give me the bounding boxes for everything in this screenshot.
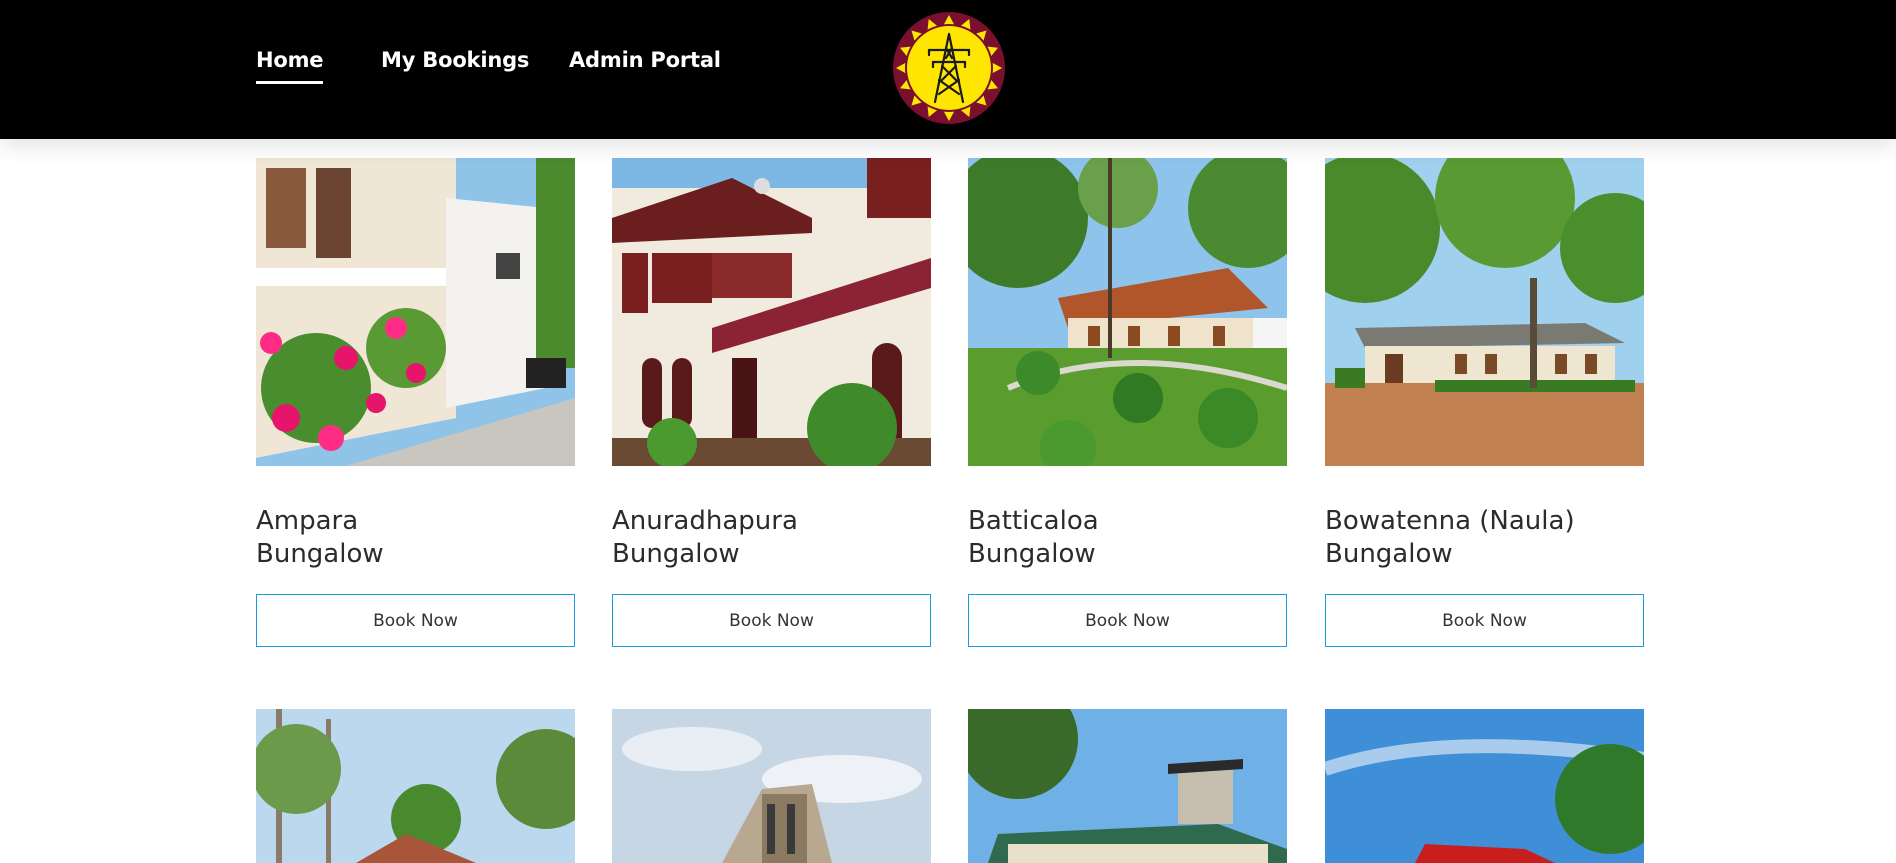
bungalow-card-batticaloa: Batticaloa Bungalow Book Now (968, 158, 1287, 647)
ampara-bungalow-photo[interactable] (256, 158, 575, 466)
bungalow-card-ampara: Ampara Bungalow Book Now (256, 158, 575, 647)
bungalow-title: Batticaloa Bungalow (968, 505, 1287, 571)
nav-admin-portal-link[interactable]: Admin Portal (569, 48, 721, 72)
bungalow-type: Bungalow (612, 539, 740, 569)
book-now-button[interactable]: Book Now (612, 594, 931, 647)
bungalow-name: Batticaloa (968, 506, 1099, 536)
bungalow-name: Ampara (256, 506, 359, 536)
bungalow-card-row2-3 (968, 709, 1287, 863)
bowatenna-bungalow-photo[interactable] (1325, 158, 1644, 466)
bungalow-type: Bungalow (256, 539, 384, 569)
bungalow-card-anuradhapura: Anuradhapura Bungalow Book Now (612, 158, 931, 647)
top-navigation-bar: Home My Bookings Admin Portal (0, 0, 1896, 139)
bungalow-type: Bungalow (968, 539, 1096, 569)
bungalow-title: Anuradhapura Bungalow (612, 505, 931, 571)
bungalow-type: Bungalow (1325, 539, 1453, 569)
bungalow-photo[interactable] (1325, 709, 1644, 863)
power-tower-logo[interactable] (890, 9, 1008, 127)
bungalow-card-row2-1 (256, 709, 575, 863)
bungalow-card-row2-4 (1325, 709, 1644, 863)
bungalow-photo[interactable] (968, 709, 1287, 863)
book-now-button[interactable]: Book Now (256, 594, 575, 647)
book-now-button[interactable]: Book Now (1325, 594, 1644, 647)
nav-home-link[interactable]: Home (256, 48, 324, 84)
bungalow-title: Bowatenna (Naula) Bungalow (1325, 505, 1644, 571)
bungalow-title: Ampara Bungalow (256, 505, 575, 571)
batticaloa-bungalow-photo[interactable] (968, 158, 1287, 466)
bungalow-photo[interactable] (256, 709, 575, 863)
bungalow-name: Anuradhapura (612, 506, 798, 536)
bungalow-name: Bowatenna (Naula) (1325, 506, 1575, 536)
power-tower-logo-icon (893, 12, 1005, 124)
book-now-button[interactable]: Book Now (968, 594, 1287, 647)
bungalow-photo[interactable] (612, 709, 931, 863)
anuradhapura-bungalow-photo[interactable] (612, 158, 931, 466)
bungalow-card-bowatenna: Bowatenna (Naula) Bungalow Book Now (1325, 158, 1644, 647)
nav-my-bookings-link[interactable]: My Bookings (381, 48, 529, 72)
bungalow-card-row2-2 (612, 709, 931, 863)
